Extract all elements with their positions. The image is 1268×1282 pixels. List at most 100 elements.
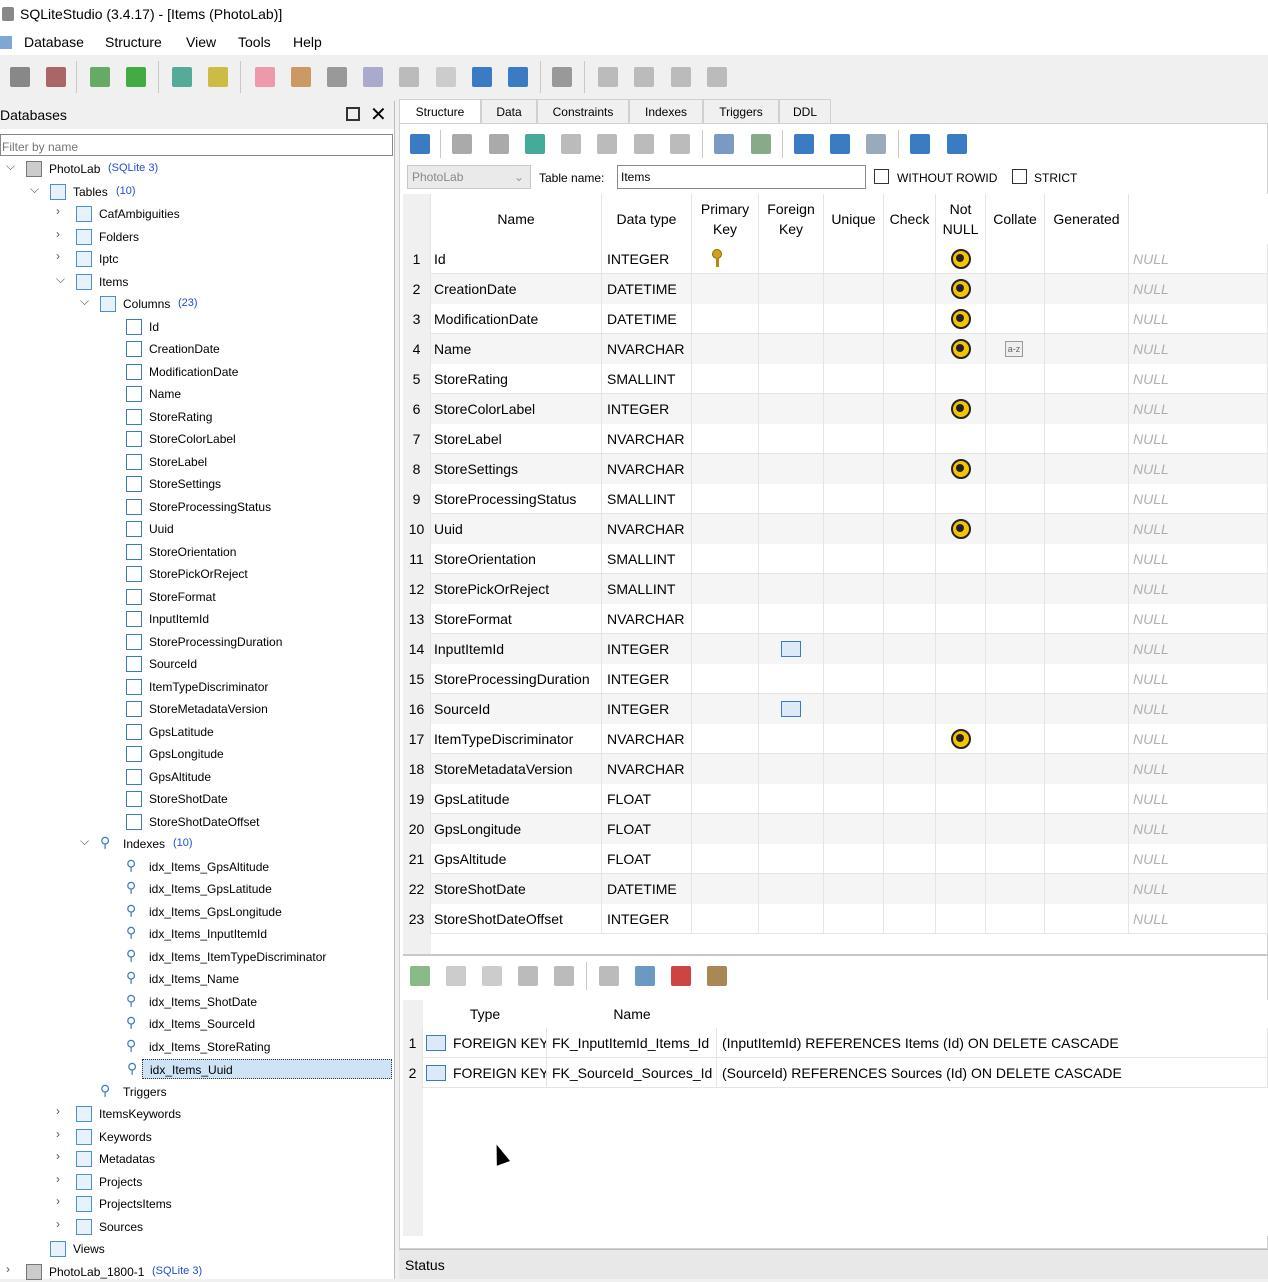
- tree-table-projects[interactable]: › Projects: [0, 1172, 392, 1192]
- move-column-up-icon[interactable]: [634, 134, 654, 154]
- edit-table-icon[interactable]: [208, 67, 228, 87]
- menu-database[interactable]: Database: [24, 34, 84, 50]
- table-row[interactable]: 14 InputItemId INTEGER NULL: [403, 634, 1268, 664]
- add-pk-icon[interactable]: [599, 966, 619, 986]
- table-row[interactable]: 20 GpsLongitude FLOAT NULL: [403, 814, 1268, 844]
- table-row[interactable]: 13 StoreFormat NVARCHAR NULL: [403, 604, 1268, 634]
- tree-table-projectsitems[interactable]: › ProjectsItems: [0, 1194, 392, 1214]
- splitter[interactable]: [403, 954, 1268, 956]
- table-row[interactable]: 16 SourceId INTEGER NULL: [403, 694, 1268, 724]
- tree-column-item[interactable]: GpsLongitude: [0, 744, 392, 764]
- disconnect-db-icon[interactable]: [46, 67, 66, 87]
- tab-structure[interactable]: Structure: [399, 99, 481, 125]
- tree-column-item[interactable]: StorePickOrReject: [0, 564, 392, 584]
- tree-column-item[interactable]: ItemTypeDiscriminator: [0, 677, 392, 697]
- tree-table-iptc[interactable]: › Iptc: [0, 249, 392, 269]
- float-panel-icon[interactable]: [346, 107, 360, 121]
- table-row[interactable]: 1 Id INTEGER NULL: [403, 244, 1268, 274]
- table-row[interactable]: 11 StoreOrientation SMALLINT NULL: [403, 544, 1268, 574]
- tree-column-item[interactable]: Name: [0, 384, 392, 404]
- add-check-icon[interactable]: [707, 966, 727, 986]
- tree-column-item[interactable]: InputItemId: [0, 609, 392, 629]
- header-datatype[interactable]: Data type: [602, 194, 692, 244]
- expand-arrow-icon[interactable]: ›: [56, 204, 68, 224]
- tree-column-item[interactable]: GpsAltitude: [0, 767, 392, 787]
- table-row[interactable]: 6 StoreColorLabel INTEGER NULL: [403, 394, 1268, 424]
- add-table-pk-icon[interactable]: [714, 134, 734, 154]
- tree-index-item[interactable]: ⚲ idx_Items_Name: [0, 969, 392, 989]
- constraint-row[interactable]: 2 FOREIGN KEY FK_SourceId_Sources_Id (Sourc…: [403, 1058, 1268, 1088]
- tree-views[interactable]: Views: [0, 1239, 392, 1259]
- sql-editor-icon[interactable]: [255, 67, 275, 87]
- delete-column-icon[interactable]: [597, 134, 617, 154]
- tree-column-item[interactable]: GpsLatitude: [0, 722, 392, 742]
- tree-column-item[interactable]: Uuid: [0, 519, 392, 539]
- move-constraint-up-icon[interactable]: [518, 966, 538, 986]
- reset-icon[interactable]: [947, 134, 967, 154]
- tree-column-item[interactable]: StoreSettings: [0, 474, 392, 494]
- table-row[interactable]: 5 StoreRating SMALLINT NULL: [403, 364, 1268, 394]
- table-row[interactable]: 19 GpsLatitude FLOAT NULL: [403, 784, 1268, 814]
- cascade-windows-icon[interactable]: [707, 67, 727, 87]
- constraint-row[interactable]: 1 FOREIGN KEY FK_InputItemId_Items_Id (Inpu…: [403, 1028, 1268, 1058]
- tab-indexes[interactable]: Indexes: [629, 99, 703, 123]
- tree-column-item[interactable]: StoreProcessingStatus: [0, 497, 392, 517]
- tree-table-keywords[interactable]: › Keywords: [0, 1127, 392, 1147]
- populate-icon[interactable]: [866, 134, 886, 154]
- expand-arrow-icon[interactable]: ›: [56, 1194, 68, 1214]
- export-icon[interactable]: [508, 67, 528, 87]
- tab-data[interactable]: Data: [481, 99, 537, 123]
- tree-column-item[interactable]: ModificationDate: [0, 362, 392, 382]
- constraints-header-name[interactable]: Name: [547, 1000, 717, 1028]
- delete-constraint-icon[interactable]: [482, 966, 502, 986]
- move-constraint-down-icon[interactable]: [554, 966, 574, 986]
- tree-column-item[interactable]: StoreProcessingDuration: [0, 632, 392, 652]
- menu-view[interactable]: View: [186, 34, 216, 50]
- tree-db-photolab[interactable]: ⌵ PhotoLab (SQLite 3): [0, 159, 392, 179]
- add-constraint-icon[interactable]: [410, 966, 430, 986]
- add-unique-icon[interactable]: [671, 966, 691, 986]
- header-unique[interactable]: Unique: [824, 194, 884, 244]
- table-row[interactable]: 15 StoreProcessingDuration INTEGER NULL: [403, 664, 1268, 694]
- expand-arrow-icon[interactable]: ›: [56, 1104, 68, 1124]
- table-row[interactable]: 18 StoreMetadataVersion NVARCHAR NULL: [403, 754, 1268, 784]
- tree-table-sources[interactable]: › Sources: [0, 1217, 392, 1237]
- add-column-icon[interactable]: [525, 134, 545, 154]
- table-row[interactable]: 2 CreationDate DATETIME NULL: [403, 274, 1268, 304]
- tree-columns[interactable]: ⌵ Columns (23): [0, 294, 392, 314]
- table-row[interactable]: 4 Name NVARCHAR a-z NULL: [403, 334, 1268, 364]
- header-name[interactable]: Name: [431, 194, 602, 244]
- table-row[interactable]: 8 StoreSettings NVARCHAR NULL: [403, 454, 1268, 484]
- without-rowid-checkbox[interactable]: [874, 169, 889, 184]
- expand-arrow-icon[interactable]: ›: [56, 1127, 68, 1147]
- move-column-down-icon[interactable]: [670, 134, 690, 154]
- tree-index-item[interactable]: ⚲ idx_Items_ShotDate: [0, 992, 392, 1012]
- collapse-arrow-icon[interactable]: ⌵: [80, 294, 92, 314]
- collapse-arrow-icon[interactable]: ⌵: [80, 834, 92, 854]
- tree-column-item[interactable]: StoreShotDateOffset: [0, 812, 392, 832]
- rollback-icon[interactable]: [489, 134, 509, 154]
- close-panel-icon[interactable]: ✕: [370, 102, 387, 127]
- tree-column-item[interactable]: StoreLabel: [0, 452, 392, 472]
- table-row[interactable]: 12 StorePickOrReject SMALLINT NULL: [403, 574, 1268, 604]
- tree-table-folders[interactable]: › Folders: [0, 227, 392, 247]
- tree-column-item[interactable]: SourceId: [0, 654, 392, 674]
- expand-arrow-icon[interactable]: ›: [56, 1217, 68, 1237]
- table-row[interactable]: 7 StoreLabel NVARCHAR NULL: [403, 424, 1268, 454]
- tree-column-item[interactable]: StoreMetadataVersion: [0, 699, 392, 719]
- import-data-icon[interactable]: [794, 134, 814, 154]
- tree-tables[interactable]: ⌵ Tables (10): [0, 182, 392, 202]
- add-db-icon[interactable]: [90, 67, 110, 87]
- header-check[interactable]: Check: [884, 194, 936, 244]
- functions-icon[interactable]: [327, 67, 347, 87]
- filter-input[interactable]: [0, 134, 393, 156]
- menu-structure[interactable]: Structure: [105, 34, 162, 50]
- tree-table-items[interactable]: ⌵ Items: [0, 272, 392, 292]
- extensions-icon[interactable]: [436, 67, 456, 87]
- ddl-history-icon[interactable]: [363, 67, 383, 87]
- table-row[interactable]: 3 ModificationDate DATETIME NULL: [403, 304, 1268, 334]
- tree-index-item[interactable]: ⚲ idx_Items_SourceId: [0, 1014, 392, 1034]
- tree-index-item[interactable]: ⚲ idx_Items_GpsLongitude: [0, 902, 392, 922]
- tree-column-item[interactable]: StoreOrientation: [0, 542, 392, 562]
- tree-column-item[interactable]: StoreColorLabel: [0, 429, 392, 449]
